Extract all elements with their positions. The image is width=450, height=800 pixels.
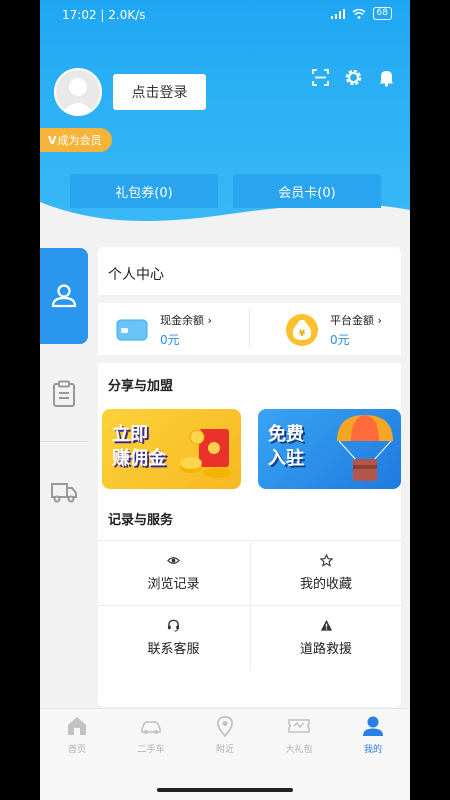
signal-icon (330, 8, 345, 19)
side-divider (40, 441, 88, 442)
section-separator (98, 355, 401, 363)
red-envelope-coins-icon (180, 429, 231, 478)
money-bag-icon: ¥ (286, 314, 318, 346)
personal-center-title: 个人中心 (108, 267, 164, 283)
browse-history-item[interactable]: 浏览记录 (98, 540, 249, 605)
scan-icon[interactable] (311, 68, 330, 87)
car-icon (141, 721, 161, 734)
svg-text:¥: ¥ (299, 329, 306, 339)
banner2-line2: 入驻 (268, 448, 304, 469)
app-screen: 17:02 | 2.0K/s 68 点击登录 V 成为会员 礼包券(0) 会员卡… (40, 0, 410, 800)
system-nav-area (40, 764, 410, 800)
bell-icon[interactable] (377, 68, 396, 87)
nav-item-gift-pack[interactable]: 大礼包 (262, 713, 336, 755)
nav-item-home[interactable]: 首页 (40, 713, 114, 755)
contact-service-label: 联系客服 (147, 642, 200, 657)
location-icon (217, 716, 233, 737)
platform-balance-value: 0元 (330, 333, 350, 347)
nav-label-nearby: 附近 (215, 745, 234, 755)
nav-label-gift-pack: 大礼包 (285, 745, 313, 755)
side-tab-delivery[interactable] (40, 444, 88, 540)
nav-item-used-car[interactable]: 二手车 (114, 713, 188, 755)
section-separator (98, 295, 401, 303)
headset-icon (167, 619, 180, 632)
battery-icon: 68 (372, 7, 392, 20)
home-indicator[interactable] (157, 788, 293, 792)
parachute-box-icon (337, 415, 393, 481)
header-actions (311, 68, 396, 87)
banner1-line2: 赚佣金 (112, 448, 166, 469)
gear-icon[interactable] (344, 68, 363, 87)
side-tab-profile[interactable] (40, 248, 88, 344)
avatar-placeholder-icon (61, 78, 95, 114)
side-tab-records[interactable] (40, 346, 88, 442)
truck-icon (51, 483, 77, 503)
services-section-title: 记录与服务 (108, 513, 174, 528)
banner2-line1: 免费 (268, 424, 304, 445)
bottom-navigation: 首页 二手车 附近 大礼包 我的 (40, 708, 410, 764)
share-section-title: 分享与加盟 (108, 379, 174, 394)
member-card[interactable]: 会员卡(0) (233, 174, 381, 208)
person-icon (51, 284, 77, 308)
banner1-line1: 立即 (112, 424, 148, 445)
vip-label: 成为会员 (57, 134, 102, 147)
wifi-icon (352, 8, 366, 19)
road-rescue-label: 道路救援 (299, 642, 352, 657)
become-member-badge[interactable]: V 成为会员 (40, 128, 112, 152)
login-button[interactable]: 点击登录 (113, 74, 206, 110)
browse-history-label: 浏览记录 (147, 577, 200, 592)
cash-balance-value: 0元 (160, 333, 180, 347)
cash-balance-label: 现金余额 (160, 314, 204, 327)
free-join-banner[interactable]: 免费 入驻 (258, 409, 401, 489)
avatar[interactable] (54, 68, 102, 116)
warning-icon (320, 619, 332, 631)
status-time: 17:02 | 2.0K/s (62, 8, 146, 22)
platform-balance-label: 平台金额 (330, 314, 374, 327)
ticket-icon (288, 719, 310, 733)
vip-letter: V (48, 133, 57, 147)
my-favorites-item[interactable]: 我的收藏 (250, 540, 401, 605)
star-icon (319, 554, 333, 567)
road-rescue-item[interactable]: 道路救援 (250, 605, 401, 670)
clipboard-icon (53, 380, 75, 407)
services-grid: 浏览记录 我的收藏 联系客服 道路救援 (98, 540, 401, 670)
status-bar: 17:02 | 2.0K/s 68 (40, 0, 410, 30)
main-content-card: 个人中心 现金余额 › 0元 ¥ 平台金额 › 0元 分享与加盟 立即 赚佣金 … (98, 247, 401, 707)
home-icon (68, 717, 86, 735)
balance-divider (249, 309, 250, 347)
nav-label-home: 首页 (67, 745, 86, 755)
gift-voucher-card[interactable]: 礼包券(0) (70, 174, 218, 208)
earn-commission-banner[interactable]: 立即 赚佣金 (102, 409, 241, 489)
eye-icon (167, 557, 180, 564)
nav-label-mine: 我的 (363, 745, 382, 755)
my-favorites-label: 我的收藏 (299, 577, 352, 592)
nav-item-mine[interactable]: 我的 (336, 713, 410, 755)
platform-balance-item[interactable]: ¥ 平台金额 › 0元 (286, 305, 382, 355)
wallet-card-icon (116, 319, 148, 341)
nav-item-nearby[interactable]: 附近 (188, 713, 262, 755)
cash-balance-item[interactable]: 现金余额 › 0元 (116, 305, 212, 355)
status-icons: 68 (330, 7, 392, 20)
contact-service-item[interactable]: 联系客服 (98, 605, 249, 670)
nav-label-used-car: 二手车 (137, 745, 165, 755)
user-icon (363, 716, 383, 736)
